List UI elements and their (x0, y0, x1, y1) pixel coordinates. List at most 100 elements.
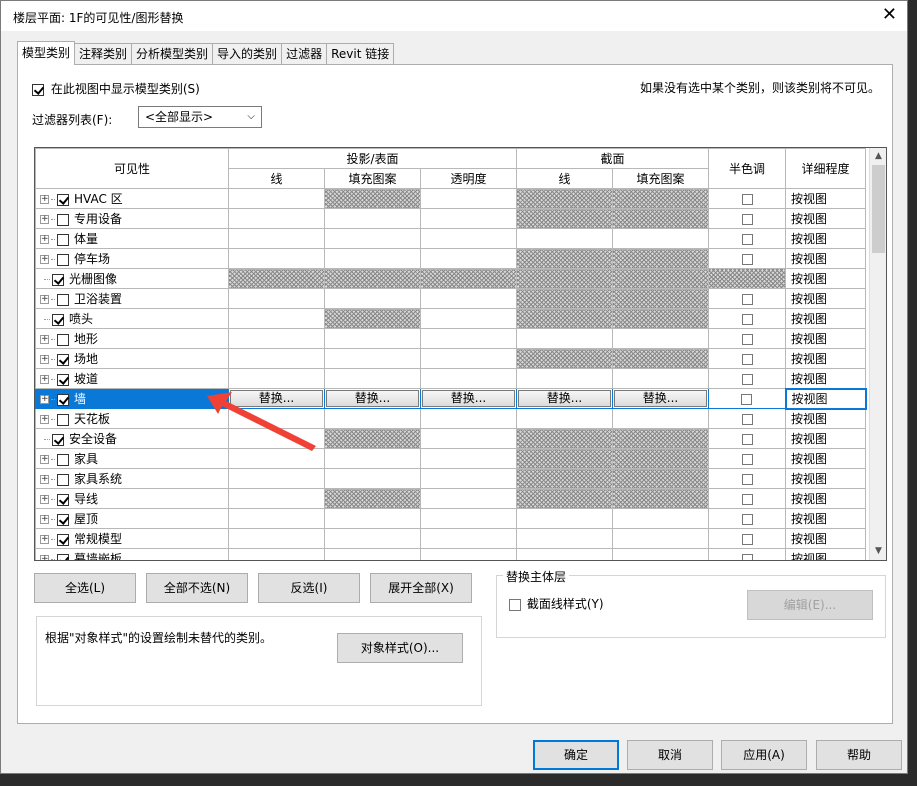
detail-level-cell[interactable]: 按视图 (785, 408, 866, 429)
projection-patterns-cell[interactable] (324, 188, 421, 209)
section-lines-cell[interactable] (516, 368, 613, 389)
category-visibility-checkbox[interactable] (57, 413, 69, 426)
detail-level-cell[interactable]: 按视图 (785, 548, 866, 560)
table-row[interactable]: 喷头 按视图 (35, 308, 866, 329)
expand-icon[interactable]: + (40, 395, 49, 404)
section-lines-cell[interactable] (516, 508, 613, 529)
halftone-checkbox[interactable] (741, 313, 753, 325)
table-row[interactable]: + 专用设备 按视图 (35, 208, 866, 229)
transparency-cell[interactable] (420, 208, 517, 229)
halftone-cell[interactable] (708, 268, 786, 289)
expand-icon[interactable]: + (40, 295, 49, 304)
transparency-cell[interactable] (420, 248, 517, 269)
object-styles-button[interactable]: 对象样式(O)... (337, 633, 463, 663)
section-line-styles-option[interactable]: 截面线样式(Y) (509, 595, 604, 612)
category-cell[interactable]: + 地形 (35, 328, 229, 349)
transparency-cell[interactable] (420, 428, 517, 449)
section-lines-cell[interactable] (516, 348, 613, 369)
projection-lines-cell[interactable] (228, 248, 325, 269)
category-cell[interactable]: + HVAC 区 (35, 188, 229, 209)
detail-level-cell[interactable]: 按视图 (784, 387, 867, 410)
detail-level-cell[interactable]: 按视图 (785, 488, 866, 509)
projection-lines-cell[interactable] (228, 408, 325, 429)
table-row[interactable]: + 坡道 按视图 (35, 368, 866, 389)
category-cell[interactable]: 安全设备 (35, 428, 229, 449)
expand-all-button[interactable]: 展开全部(X) (370, 573, 472, 603)
transparency-cell[interactable] (420, 308, 517, 329)
halftone-cell[interactable] (708, 328, 786, 349)
tab-model-categories[interactable]: 模型类别 (17, 41, 76, 65)
category-cell[interactable]: + 家具 (35, 448, 229, 469)
projection-patterns-cell[interactable] (324, 508, 421, 529)
category-cell[interactable]: 喷头 (35, 308, 229, 329)
transparency-cell[interactable] (420, 368, 517, 389)
category-visibility-checkbox[interactable] (57, 253, 69, 266)
section-lines-cell[interactable]: 替换... (516, 388, 613, 409)
projection-patterns-cell[interactable] (324, 228, 421, 249)
halftone-checkbox[interactable] (741, 413, 753, 425)
detail-level-cell[interactable]: 按视图 (785, 328, 866, 349)
category-visibility-checkbox[interactable] (57, 373, 69, 386)
halftone-cell[interactable] (708, 428, 786, 449)
projection-patterns-cell[interactable] (324, 268, 421, 289)
expand-icon[interactable]: + (40, 475, 49, 484)
scroll-down-icon[interactable]: ▼ (870, 543, 886, 560)
category-cell[interactable]: + 体量 (35, 228, 229, 249)
projection-patterns-cell[interactable] (324, 348, 421, 369)
override-button[interactable]: 替换... (230, 390, 323, 407)
section-patterns-cell[interactable] (612, 508, 709, 529)
section-lines-cell[interactable] (516, 528, 613, 549)
cancel-button[interactable]: 取消 (627, 740, 713, 770)
category-cell[interactable]: + 专用设备 (35, 208, 229, 229)
override-button[interactable]: 替换... (326, 390, 419, 407)
projection-lines-cell[interactable] (228, 428, 325, 449)
section-lines-cell[interactable] (516, 428, 613, 449)
halftone-cell[interactable] (708, 508, 786, 529)
table-row[interactable]: + 幕墙嵌板 按视图 (35, 548, 866, 560)
detail-level-cell[interactable]: 按视图 (785, 288, 866, 309)
table-row[interactable]: + 家具系统 按视图 (35, 468, 866, 489)
section-lines-cell[interactable] (516, 188, 613, 209)
projection-lines-cell[interactable] (228, 488, 325, 509)
section-lines-cell[interactable] (516, 408, 613, 429)
expand-icon[interactable]: + (40, 215, 49, 224)
category-visibility-checkbox[interactable] (57, 233, 69, 246)
section-line-styles-checkbox[interactable] (509, 598, 521, 611)
category-visibility-checkbox[interactable] (57, 513, 69, 526)
halftone-cell[interactable] (708, 348, 786, 369)
halftone-checkbox[interactable] (741, 513, 753, 525)
table-row[interactable]: + HVAC 区 按视图 (35, 188, 866, 209)
section-patterns-cell[interactable] (612, 488, 709, 509)
halftone-checkbox[interactable] (741, 233, 753, 245)
category-cell[interactable]: + 幕墙嵌板 (35, 548, 229, 560)
projection-patterns-cell[interactable] (324, 408, 421, 429)
halftone-checkbox[interactable] (741, 213, 753, 225)
table-row[interactable]: + 屋顶 按视图 (35, 508, 866, 529)
section-patterns-cell[interactable] (612, 548, 709, 560)
expand-icon[interactable]: + (40, 195, 49, 204)
detail-level-cell[interactable]: 按视图 (785, 468, 866, 489)
category-visibility-checkbox[interactable] (57, 453, 69, 466)
projection-lines-cell[interactable] (228, 368, 325, 389)
section-lines-cell[interactable] (516, 248, 613, 269)
halftone-checkbox[interactable] (741, 373, 753, 385)
expand-icon[interactable]: + (40, 255, 49, 264)
invert-selection-button[interactable]: 反选(I) (258, 573, 360, 603)
category-cell[interactable]: + 场地 (35, 348, 229, 369)
select-all-button[interactable]: 全选(L) (34, 573, 136, 603)
category-visibility-checkbox[interactable] (57, 533, 69, 546)
expand-icon[interactable]: + (40, 535, 49, 544)
section-patterns-cell[interactable] (612, 528, 709, 549)
projection-lines-cell[interactable] (228, 228, 325, 249)
detail-level-cell[interactable]: 按视图 (785, 268, 866, 289)
projection-lines-cell[interactable] (228, 208, 325, 229)
category-visibility-checkbox[interactable] (57, 293, 69, 306)
transparency-cell[interactable] (420, 448, 517, 469)
projection-lines-cell[interactable] (228, 188, 325, 209)
halftone-cell[interactable] (708, 468, 786, 489)
transparency-cell[interactable] (420, 348, 517, 369)
transparency-cell[interactable] (420, 468, 517, 489)
tab-revit-links[interactable]: Revit 链接 (326, 43, 395, 65)
halftone-checkbox[interactable] (741, 433, 753, 445)
show-model-categories-option[interactable]: 在此视图中显示模型类别(S) (32, 80, 200, 97)
